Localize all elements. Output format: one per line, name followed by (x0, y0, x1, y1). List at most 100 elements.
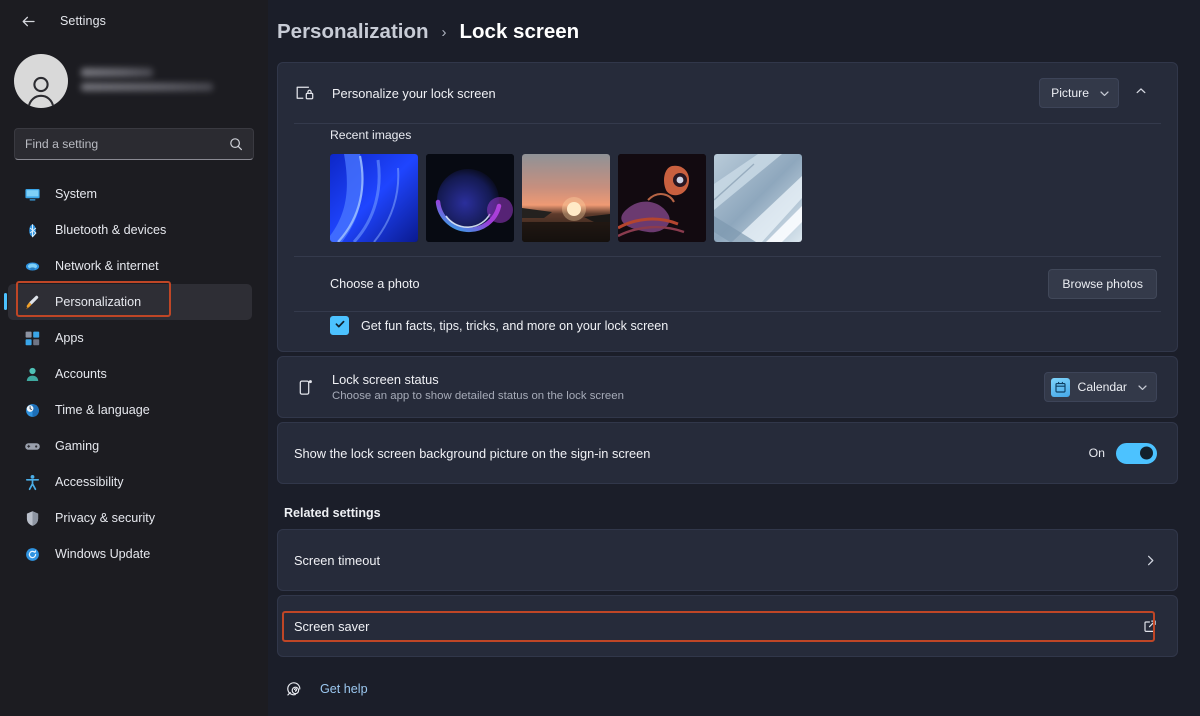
screen-timeout-row[interactable]: Screen timeout (278, 530, 1177, 590)
sidebar-item-label: Personalization (55, 295, 142, 309)
related-settings-heading: Related settings (284, 506, 381, 520)
fun-facts-label: Get fun facts, tips, tricks, and more on… (361, 318, 669, 333)
signin-background-toggle[interactable] (1116, 442, 1157, 464)
sidebar-item-bluetooth-devices[interactable]: Bluetooth & devices (8, 212, 252, 248)
collapse-section-button[interactable] (1125, 77, 1157, 109)
sidebar-item-privacy-security[interactable]: Privacy & security (8, 500, 252, 536)
sidebar: Settings SystemBluetooth & devic (0, 0, 268, 716)
accounts-icon (24, 366, 41, 383)
lock-screen-status-value: Calendar (1077, 380, 1127, 394)
signin-background-toggle-wrap: On (1088, 442, 1157, 464)
lock-screen-status-subtitle: Choose an app to show detailed status on… (332, 390, 624, 402)
avatar (14, 54, 68, 108)
personalize-text: Personalize your lock screen (332, 86, 1039, 101)
accessibility-icon (24, 474, 41, 491)
sidebar-item-accounts[interactable]: Accounts (8, 356, 252, 392)
personalize-type-value: Picture (1051, 86, 1089, 100)
recent-image-purple-red-swirl[interactable] (618, 154, 706, 242)
chevron-right-icon (1144, 554, 1157, 567)
recent-image-sunset-over-water[interactable] (522, 154, 610, 242)
app-title: Settings (60, 14, 106, 28)
sidebar-item-label: Time & language (55, 403, 150, 417)
settings-list: Personalize your lock screen Picture Rec… (268, 52, 1200, 699)
toggle-state-label: On (1088, 446, 1105, 460)
monitor-icon (24, 186, 41, 203)
sidebar-item-time-language[interactable]: Time & language (8, 392, 252, 428)
screen-saver-text: Screen saver (294, 619, 1143, 634)
main-content: Personalization › Lock screen Personaliz… (268, 0, 1200, 716)
calendar-app-icon (1050, 377, 1070, 397)
account-tile[interactable] (0, 42, 268, 122)
sidebar-nav: System Bluetooth & devices Network & inter… (0, 174, 268, 572)
sidebar-item-windows-update[interactable]: Windows Update (8, 536, 252, 572)
search-input[interactable] (25, 137, 229, 151)
choose-photo-label: Choose a photo (330, 277, 420, 291)
personalize-type-dropdown[interactable]: Picture (1039, 78, 1119, 108)
account-text (81, 67, 213, 95)
signin-background-text: Show the lock screen background picture … (294, 446, 1089, 461)
sidebar-item-label: Accounts (55, 367, 107, 381)
lock-status-icon (294, 376, 316, 398)
browse-photos-button[interactable]: Browse photos (1048, 269, 1157, 299)
signin-background-title: Show the lock screen background picture … (294, 445, 651, 461)
settings-window: Settings SystemBluetooth & devic (0, 0, 1200, 716)
recent-image-blue-abstract-waves[interactable] (330, 154, 418, 242)
screen-timeout-label: Screen timeout (294, 552, 381, 568)
recent-image-light-blue-fabric[interactable] (714, 154, 802, 242)
sidebar-item-network-internet[interactable]: Network & internet (8, 248, 252, 284)
gamepad-icon (24, 438, 41, 455)
breadcrumb: Personalization › Lock screen (268, 0, 1200, 52)
back-button[interactable] (14, 7, 42, 35)
screen-saver-row[interactable]: Screen saver (278, 596, 1177, 656)
sidebar-item-apps[interactable]: Apps (8, 320, 252, 356)
fun-facts-checkbox[interactable] (330, 316, 349, 335)
lock-screen-status-text: Lock screen status Choose an app to show… (332, 372, 1044, 402)
chevron-up-icon (1135, 84, 1147, 102)
recent-images-thumbnails (330, 154, 1161, 242)
signin-background-row: Show the lock screen background picture … (278, 423, 1177, 483)
lock-screen-status-title: Lock screen status (332, 372, 439, 387)
clock-globe-icon (24, 402, 41, 419)
account-name-redacted (81, 67, 153, 77)
choose-photo-row: Choose a photo Browse photos (278, 257, 1177, 311)
sidebar-item-label: Windows Update (55, 547, 151, 561)
sidebar-item-label: System (55, 187, 97, 201)
related-settings-card: Screen timeout (277, 529, 1178, 591)
sidebar-item-label: Bluetooth & devices (55, 223, 167, 237)
lock-screen-icon (294, 82, 316, 104)
signin-background-card: Show the lock screen background picture … (277, 422, 1178, 484)
update-icon (24, 546, 41, 563)
breadcrumb-separator-icon: › (441, 23, 447, 41)
account-email-redacted (81, 82, 213, 91)
get-help-label: Get help (320, 682, 368, 696)
fun-facts-row[interactable]: Get fun facts, tips, tricks, and more on… (278, 312, 1177, 351)
breadcrumb-parent[interactable]: Personalization (277, 20, 429, 44)
sidebar-item-label: Privacy & security (55, 511, 156, 525)
sidebar-item-label: Gaming (55, 439, 100, 453)
screen-saver-card: Screen saver (277, 595, 1178, 657)
chevron-down-icon (1099, 88, 1110, 99)
chevron-down-icon (1137, 382, 1148, 393)
screen-saver-label: Screen saver (294, 618, 370, 634)
help-icon (284, 679, 304, 699)
sidebar-item-label: Apps (55, 331, 84, 345)
sidebar-item-gaming[interactable]: Gaming (8, 428, 252, 464)
window-titlebar: Settings (0, 0, 268, 42)
personalize-title: Personalize your lock screen (332, 85, 496, 101)
recent-image-dark-purple-orb[interactable] (426, 154, 514, 242)
recent-images-label: Recent images (330, 128, 412, 142)
sidebar-item-label: Accessibility (55, 475, 124, 489)
get-help-link[interactable]: Get help (277, 657, 1178, 699)
lock-screen-status-dropdown[interactable]: Calendar (1043, 372, 1157, 402)
search-icon (229, 137, 243, 151)
personalize-header-row: Personalize your lock screen Picture (278, 63, 1177, 123)
sidebar-item-system[interactable]: System (8, 176, 252, 212)
screen-timeout-text: Screen timeout (294, 553, 1144, 568)
sidebar-item-personalization[interactable]: Personalization (4, 284, 252, 320)
sidebar-item-accessibility[interactable]: Accessibility (8, 464, 252, 500)
checkmark-icon (334, 317, 346, 335)
globe-icon (24, 258, 41, 275)
search-box[interactable] (14, 128, 254, 160)
lock-screen-status-card: Lock screen status Choose an app to show… (277, 356, 1178, 418)
recent-images-section: Recent images (278, 124, 1177, 256)
